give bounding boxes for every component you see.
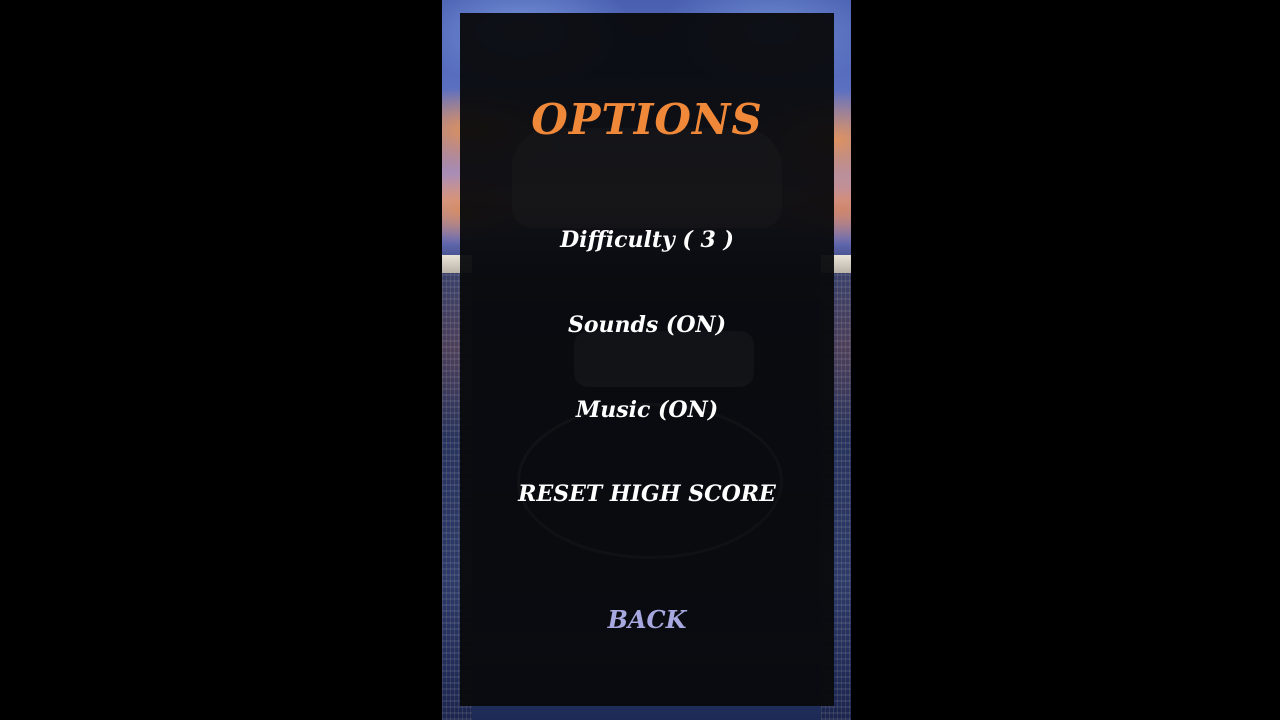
reset-high-score-button[interactable]: RESET HIGH SCORE <box>460 481 834 507</box>
options-panel: OPTIONS Difficulty ( 3 ) Sounds (ON) Mus… <box>460 13 834 706</box>
faded-play-button <box>574 331 754 387</box>
game-viewport: OPTIONS Difficulty ( 3 ) Sounds (ON) Mus… <box>442 0 851 720</box>
back-button[interactable]: BACK <box>460 605 834 634</box>
difficulty-button[interactable]: Difficulty ( 3 ) <box>460 227 834 253</box>
music-toggle[interactable]: Music (ON) <box>460 397 834 423</box>
screen: OPTIONS Difficulty ( 3 ) Sounds (ON) Mus… <box>0 0 1280 720</box>
sounds-toggle[interactable]: Sounds (ON) <box>460 312 834 338</box>
options-title: OPTIONS <box>531 95 763 144</box>
